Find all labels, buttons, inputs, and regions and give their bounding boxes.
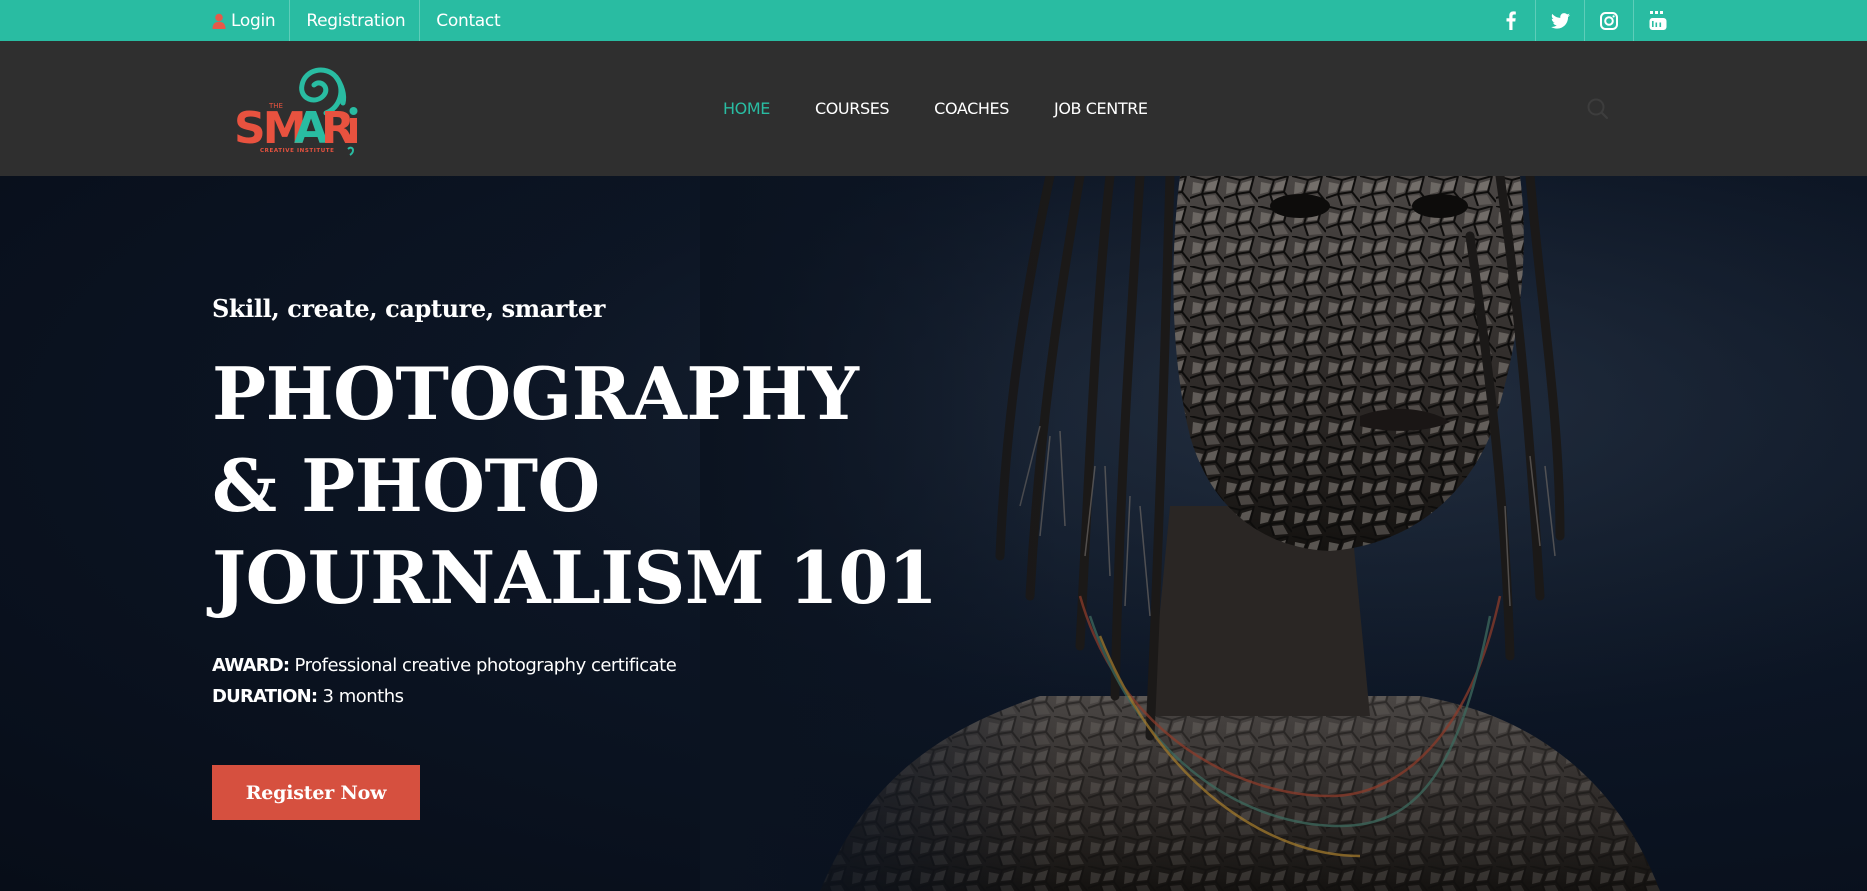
login-link[interactable]: Login xyxy=(212,0,291,41)
main-header: SM A R THE CREATIVE INSTITUTE HOME COURS… xyxy=(0,41,1867,176)
user-icon xyxy=(212,13,226,29)
course-details: AWARD: Professional creative photography… xyxy=(212,650,677,712)
award-row: AWARD: Professional creative photography… xyxy=(212,650,677,681)
register-now-button[interactable]: Register Now xyxy=(212,765,420,820)
logo-small-bottom: CREATIVE INSTITUTE xyxy=(260,148,335,154)
contact-link[interactable]: Contact xyxy=(436,0,514,41)
hero-banner: Skill, create, capture, smarter PHOTOGRA… xyxy=(0,176,1867,891)
facebook-icon[interactable] xyxy=(1487,0,1536,41)
login-label: Login xyxy=(231,10,276,31)
logo-wordmark-r: R xyxy=(321,103,354,154)
duration-value: 3 months xyxy=(322,686,404,707)
top-links: Login Registration Contact xyxy=(212,0,530,41)
social-links xyxy=(1487,0,1682,41)
nav-item-job-centre[interactable]: JOB CENTRE xyxy=(1054,99,1148,118)
hero-title: PHOTOGRAPHY & PHOTO JOURNALISM 101 xyxy=(212,348,1012,624)
nav-item-home[interactable]: HOME xyxy=(723,99,770,118)
nav-item-courses[interactable]: COURSES xyxy=(815,99,890,118)
nav-item-coaches[interactable]: COACHES xyxy=(934,99,1009,118)
award-value: Professional creative photography certif… xyxy=(294,655,677,676)
instagram-icon[interactable] xyxy=(1585,0,1634,41)
hero-tagline: Skill, create, capture, smarter xyxy=(212,294,605,323)
youtube-icon[interactable] xyxy=(1634,0,1682,41)
main-nav: HOME COURSES COACHES JOB CENTRE xyxy=(723,41,1193,176)
smart-logo[interactable]: SM A R THE CREATIVE INSTITUTE xyxy=(232,61,372,157)
duration-label: DURATION: xyxy=(212,686,318,707)
hero-title-line-1: PHOTOGRAPHY xyxy=(212,351,859,436)
hero-title-line-2: & PHOTO xyxy=(212,443,600,528)
duration-row: DURATION: 3 months xyxy=(212,681,676,712)
contact-label: Contact xyxy=(436,10,501,31)
registration-link[interactable]: Registration xyxy=(306,0,421,41)
twitter-icon[interactable] xyxy=(1536,0,1585,41)
registration-label: Registration xyxy=(306,10,406,31)
search-icon[interactable] xyxy=(1585,96,1611,122)
award-label: AWARD: xyxy=(212,655,290,676)
logo-small-top: THE xyxy=(268,102,283,110)
top-bar: Login Registration Contact xyxy=(0,0,1867,41)
hero-title-line-3: JOURNALISM 101 xyxy=(212,535,938,620)
